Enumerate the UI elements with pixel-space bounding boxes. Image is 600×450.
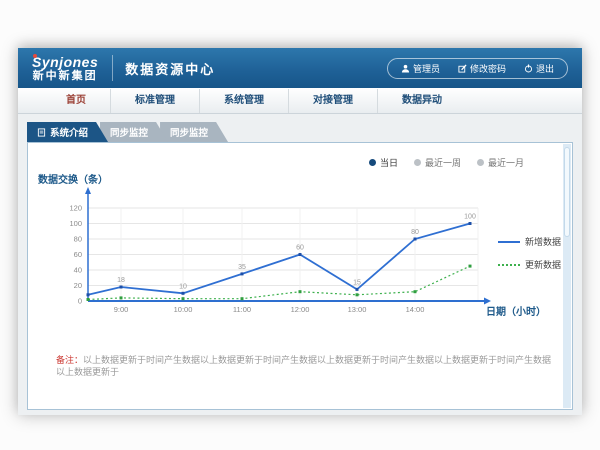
main-nav: 首页 标准管理 系统管理 对接管理 数据异动 [18, 88, 582, 114]
tab-sync-monitor-1-label: 同步监控 [110, 125, 148, 139]
tab-sync-monitor-1[interactable]: 同步监控 [100, 122, 168, 142]
svg-text:35: 35 [238, 264, 246, 271]
svg-text:14:00: 14:00 [406, 305, 425, 314]
logout-label: 退出 [536, 62, 554, 75]
svg-text:11:00: 11:00 [233, 305, 251, 314]
app-title: 数据资源中心 [125, 59, 215, 78]
svg-text:10:00: 10:00 [174, 305, 193, 314]
svg-text:60: 60 [74, 250, 82, 259]
svg-text:18: 18 [117, 277, 125, 284]
nav-item-integration-mgmt[interactable]: 对接管理 [289, 89, 378, 113]
logo-brand-text: Synjones [32, 55, 98, 69]
filter-last-week[interactable]: 最近一周 [414, 156, 461, 169]
nav-item-standard-mgmt[interactable]: 标准管理 [111, 89, 200, 113]
radio-dot-icon [414, 159, 421, 166]
svg-text:0: 0 [78, 297, 82, 306]
content-panel: 当日 最近一周 最近一月 数据交换（条） 0 20 40 60 80 100 120 9:00… [27, 142, 573, 410]
filter-today-label: 当日 [380, 156, 398, 169]
svg-text:60: 60 [296, 245, 304, 252]
legend-updated-data-label: 更新数据 [525, 258, 561, 271]
admin-user-button[interactable]: 管理员 [392, 61, 449, 76]
filter-last-month-label: 最近一月 [488, 156, 524, 169]
radio-dot-icon [369, 159, 376, 166]
document-icon [37, 128, 46, 137]
svg-text:12:00: 12:00 [291, 305, 310, 314]
user-icon [401, 64, 410, 73]
chart-legend: 新增数据 更新数据 [498, 235, 561, 271]
logo-company-text: 新中新集团 [32, 71, 98, 82]
svg-text:9:00: 9:00 [114, 305, 129, 314]
legend-item-updated-data: 更新数据 [498, 258, 561, 271]
header-divider [112, 55, 113, 81]
app-header: Synjones 新中新集团 数据资源中心 管理员 修改密码 [18, 48, 582, 88]
svg-text:120: 120 [69, 204, 82, 213]
admin-user-label: 管理员 [413, 62, 440, 75]
change-password-button[interactable]: 修改密码 [449, 61, 515, 76]
svg-text:20: 20 [74, 281, 82, 290]
chart-y-axis-title: 数据交换（条） [38, 171, 108, 186]
footnote-text: 以上数据更新于时间产生数据以上数据更新于时间产生数据以上数据更新于时间产生数据以… [56, 355, 551, 377]
tab-strip: 系统介绍 同步监控 同步监控 [27, 122, 228, 142]
svg-text:80: 80 [411, 229, 419, 236]
svg-text:40: 40 [74, 266, 82, 275]
filter-today[interactable]: 当日 [369, 156, 398, 169]
svg-text:80: 80 [74, 235, 82, 244]
legend-new-data-label: 新增数据 [525, 235, 561, 248]
filter-last-week-label: 最近一周 [425, 156, 461, 169]
solid-line-icon [498, 241, 520, 243]
logo-accent-dot [33, 54, 37, 58]
line-chart: 0 20 40 60 80 100 120 9:00 10:00 11:00 12:00 13:00 1… [36, 185, 516, 325]
svg-text:100: 100 [464, 214, 476, 221]
main-window: Synjones 新中新集团 数据资源中心 管理员 修改密码 [18, 48, 582, 415]
user-menu: 管理员 修改密码 退出 [387, 58, 568, 79]
edit-icon [458, 64, 467, 73]
panel-scrollbar[interactable] [563, 144, 571, 408]
dotted-line-icon [498, 264, 520, 266]
footnote: 备注：以上数据更新于时间产生数据以上数据更新于时间产生数据以上数据更新于时间产生… [56, 355, 558, 378]
nav-item-home[interactable]: 首页 [42, 89, 111, 113]
tab-system-intro[interactable]: 系统介绍 [27, 122, 108, 142]
svg-text:100: 100 [69, 219, 82, 228]
scrollbar-thumb[interactable] [564, 147, 570, 237]
logout-button[interactable]: 退出 [515, 61, 563, 76]
tab-sync-monitor-2-label: 同步监控 [170, 125, 208, 139]
svg-text:13:00: 13:00 [348, 305, 367, 314]
chart-x-axis-title: 日期（小时） [486, 303, 546, 318]
time-filter-group: 当日 最近一周 最近一月 [369, 156, 524, 169]
radio-dot-icon [477, 159, 484, 166]
svg-text:10: 10 [179, 283, 187, 290]
company-logo: Synjones 新中新集团 [32, 55, 98, 82]
power-icon [524, 64, 533, 73]
nav-item-system-mgmt[interactable]: 系统管理 [200, 89, 289, 113]
filter-last-month[interactable]: 最近一月 [477, 156, 524, 169]
change-password-label: 修改密码 [470, 62, 506, 75]
footnote-prefix: 备注： [56, 355, 83, 365]
legend-item-new-data: 新增数据 [498, 235, 561, 248]
tab-sync-monitor-2[interactable]: 同步监控 [160, 122, 228, 142]
tab-system-intro-label: 系统介绍 [50, 125, 88, 139]
nav-item-data-changes[interactable]: 数据异动 [378, 89, 466, 113]
svg-text:15: 15 [353, 279, 361, 286]
